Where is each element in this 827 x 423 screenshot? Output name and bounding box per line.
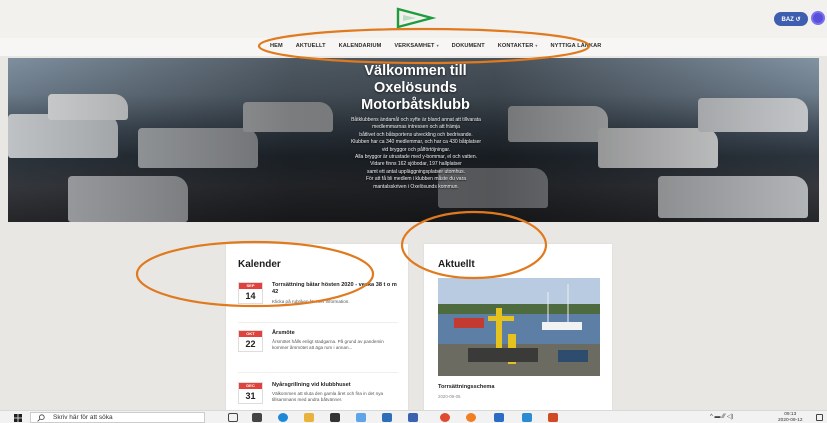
baz-button[interactable]: BAZ ↺ bbox=[774, 12, 808, 26]
chevron-down-icon: ▾ bbox=[535, 43, 538, 48]
hero-title-line: Oxelösunds bbox=[374, 80, 457, 96]
hero-text-line: Klubben har ca 340 medlemmar, och har ca… bbox=[350, 139, 482, 146]
outlook-icon[interactable] bbox=[494, 413, 504, 422]
nav-item-aktuellt[interactable]: AKTUELLT bbox=[296, 43, 326, 49]
hero-title-line: Välkommen till bbox=[364, 63, 467, 79]
nav-item-kalendarium[interactable]: KALENDARIUM bbox=[339, 43, 382, 49]
hero-title: Välkommen till Oxelösunds Motorbåtsklubb bbox=[308, 63, 523, 114]
taskbar-clock[interactable]: 09:13 2020-09-12 bbox=[778, 412, 803, 423]
windows-taskbar: Skriv här för att söka ^ ▬ ⁄⁄⁄ ◁) 09:13 … bbox=[0, 410, 827, 423]
nav-item-kontakter[interactable]: KONTAKTER ▾ bbox=[498, 43, 538, 49]
windows-start-icon[interactable] bbox=[14, 414, 22, 422]
word-icon[interactable] bbox=[522, 413, 532, 422]
calendar-heading: Kalender bbox=[238, 259, 281, 270]
notification-icon[interactable] bbox=[816, 414, 823, 421]
chrome-icon[interactable] bbox=[440, 413, 450, 422]
hero-banner: Välkommen till Oxelösunds Motorbåtsklubb… bbox=[8, 58, 819, 222]
news-image[interactable] bbox=[438, 278, 600, 376]
app-icon[interactable] bbox=[356, 413, 366, 422]
event-description: Välkommen att sluta den gamla året och f… bbox=[272, 391, 384, 402]
news-heading: Aktuellt bbox=[438, 259, 475, 270]
firefox-icon[interactable] bbox=[466, 413, 476, 422]
event-title[interactable]: Nyårsgrillning vid klubbhuset bbox=[272, 382, 400, 389]
browser-page: BAZ ↺ HEM AKTUELLT KALENDARIUM VERKSAMHE… bbox=[0, 0, 827, 423]
divider bbox=[238, 322, 398, 323]
system-tray[interactable]: ^ ▬ ⁄⁄⁄ ◁) bbox=[710, 413, 733, 420]
app-icon[interactable] bbox=[382, 413, 392, 422]
taskbar-search-input[interactable]: Skriv här för att söka bbox=[30, 412, 205, 423]
divider bbox=[238, 372, 398, 373]
calendar-event[interactable]: SEP 14 Torrsättning båtar hösten 2020 - … bbox=[238, 282, 406, 322]
event-date-badge: DEC 31 bbox=[238, 382, 263, 404]
edge-browser-icon[interactable] bbox=[278, 413, 288, 422]
search-icon bbox=[37, 414, 45, 422]
nav-label-kontakter: KONTAKTER bbox=[497, 43, 534, 49]
main-navigation: HEM AKTUELLT KALENDARIUM VERKSAMHET ▾ DOK… bbox=[0, 38, 827, 56]
store-icon[interactable] bbox=[330, 413, 340, 422]
calendar-card: Kalender SEP 14 Torrsättning båtar höste… bbox=[226, 244, 408, 412]
powerpoint-icon[interactable] bbox=[548, 413, 558, 422]
task-view-icon[interactable] bbox=[228, 413, 238, 422]
event-title[interactable]: Årsmöte bbox=[272, 330, 400, 337]
news-card: Aktuellt Torrsättningsschema 2020-09-05 bbox=[424, 244, 612, 412]
hero-text-line: vid bryggor och pålförtöjningar. bbox=[381, 146, 451, 153]
chevron-down-icon: ▾ bbox=[436, 43, 439, 48]
hero-text-line: medlemmarnas intressen och att främja bbox=[372, 124, 460, 131]
hero-text-line: För att få bli medlem i klubben måste du… bbox=[365, 176, 467, 183]
event-day: 22 bbox=[245, 339, 256, 349]
clock-date: 2020-09-12 bbox=[778, 417, 803, 423]
user-avatar-icon[interactable] bbox=[811, 11, 825, 25]
app-icon[interactable] bbox=[252, 413, 262, 422]
news-date: 2020-09-05 bbox=[438, 394, 461, 399]
news-title[interactable]: Torrsättningsschema bbox=[438, 384, 494, 390]
hero-description: Båtklubbens ändamål och syfte är bland a… bbox=[326, 117, 506, 191]
nav-item-verksamhet[interactable]: VERKSAMHET ▾ bbox=[394, 43, 438, 49]
search-placeholder: Skriv här för att söka bbox=[53, 414, 113, 421]
event-date-badge: OKT 22 bbox=[238, 330, 263, 352]
event-date-badge: SEP 14 bbox=[238, 282, 263, 304]
hero-title-line: Motorbåtsklubb bbox=[361, 97, 470, 113]
event-day: 14 bbox=[245, 291, 256, 301]
site-header: BAZ ↺ bbox=[0, 0, 827, 38]
event-day: 31 bbox=[245, 391, 256, 401]
event-title[interactable]: Torrsättning båtar hösten 2020 - vecka 3… bbox=[272, 282, 400, 296]
nav-item-nyttiga-lankar[interactable]: NYTTIGA LÄNKAR bbox=[551, 43, 602, 49]
app-icon[interactable] bbox=[408, 413, 418, 422]
nav-item-dokument[interactable]: DOKUMENT bbox=[452, 43, 485, 49]
club-logo[interactable] bbox=[392, 7, 436, 29]
event-description: Årsmötet hålls enligt stadgarna. På grun… bbox=[272, 339, 384, 350]
calendar-event[interactable]: OKT 22 Årsmöte Årsmötet hålls enligt sta… bbox=[238, 330, 406, 370]
nav-label-verksamhet: VERKSAMHET bbox=[394, 43, 435, 49]
file-explorer-icon[interactable] bbox=[304, 413, 314, 422]
hero-text-line: Vidare finns 162 sjöbodar, 197 hallplats… bbox=[370, 161, 462, 168]
hero-text-line: mantalsskriven i Oxelösunds kommun. bbox=[373, 183, 459, 190]
nav-item-hem[interactable]: HEM bbox=[270, 43, 283, 49]
event-description: Klicka på rubriken för mer information. bbox=[272, 299, 350, 304]
